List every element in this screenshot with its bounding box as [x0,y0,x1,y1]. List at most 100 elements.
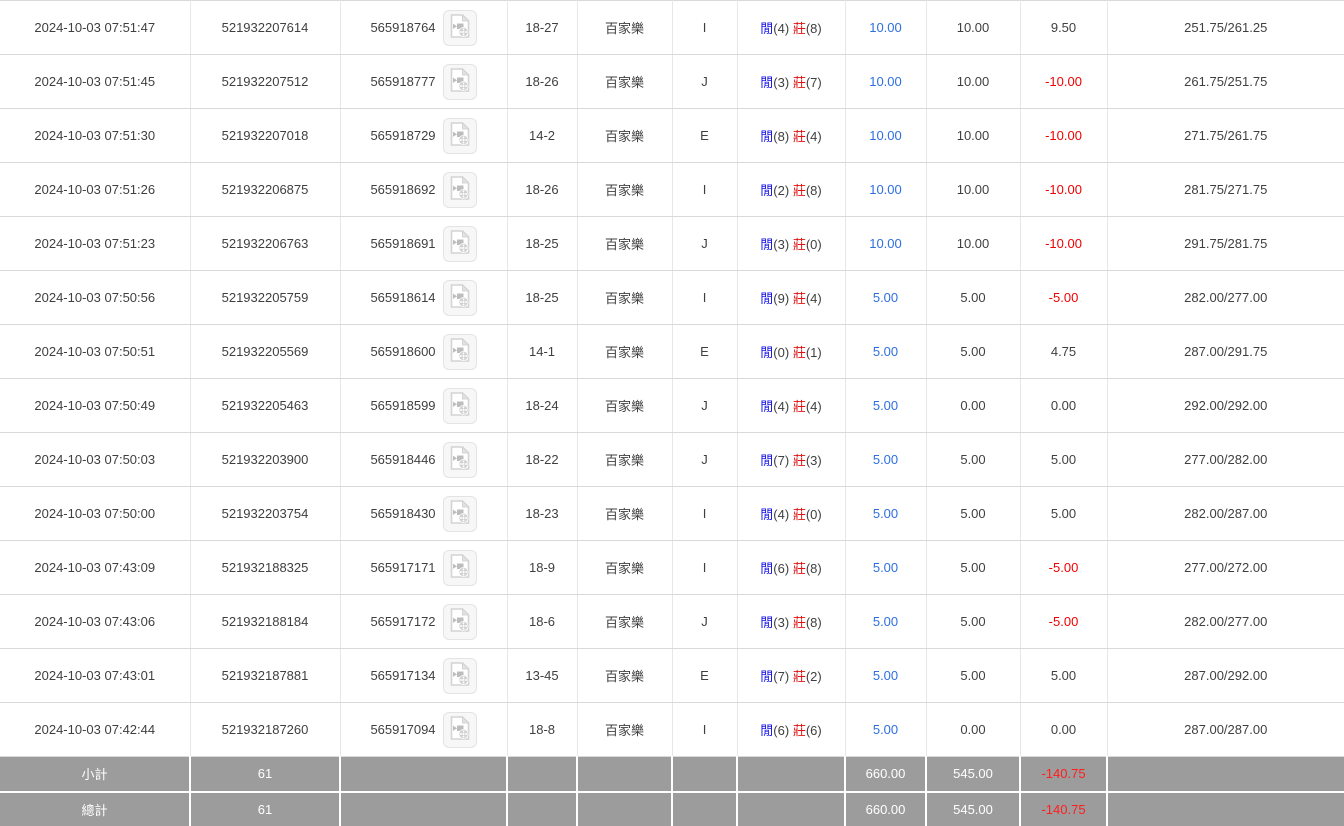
bet-amount-cell: 5.00 [845,432,927,487]
game-id-cell: 565917134 [340,648,508,703]
player-label: 閒 [760,237,774,252]
video-replay-button[interactable] [442,387,477,424]
banker-label: 莊 [792,561,806,576]
game-type-cell: 百家樂 [577,270,673,325]
winloss-cell: 9.50 [1020,0,1108,55]
subtotal-count-cell: 61 [190,756,341,793]
balance-cell: 261.75/251.75 [1107,54,1344,109]
seat-letter: J [701,452,708,467]
table-round-cell: 18-25 [507,216,578,271]
table-row: 2024-10-03 07:43:06 521932188184 5659171… [0,594,1344,649]
game-type: 百家樂 [604,129,644,144]
banker-score: (4) [805,129,822,144]
valid-bet: 10.00 [956,128,990,143]
bet-time-cell: 2024-10-03 07:51:30 [0,108,191,163]
seat-letter: J [701,74,708,89]
balance: 277.00/272.00 [1184,560,1268,575]
video-replay-button[interactable] [442,117,477,154]
banker-label: 莊 [792,345,806,360]
bet-id: 521932205569 [221,344,309,359]
winloss: 4.75 [1050,344,1077,359]
table-round: 18-25 [525,290,559,305]
balance-cell: 282.00/287.00 [1107,486,1344,541]
video-replay-button[interactable] [442,549,477,586]
table-row: 2024-10-03 07:42:44 521932187260 5659170… [0,702,1344,757]
banker-label: 莊 [792,615,806,630]
game-type-cell: 百家樂 [577,324,673,379]
game-id-cell: 565918729 [340,108,508,163]
result-cell: 閒(3) 莊(0) [737,216,846,271]
video-replay-button[interactable] [442,657,477,694]
banker-score: (0) [805,507,822,522]
result-cell: 閒(3) 莊(7) [737,54,846,109]
video-replay-button[interactable] [442,333,477,370]
game-id-cell: 565918614 [340,270,508,325]
valid-bet: 5.00 [960,506,986,521]
video-replay-icon [449,553,471,582]
balance-cell: 287.00/287.00 [1107,702,1344,757]
video-replay-button[interactable] [442,441,477,478]
balance: 287.00/291.75 [1184,344,1268,359]
player-score: (9) [773,291,790,306]
game-id-cell: 565917171 [340,540,508,595]
banker-label: 莊 [792,291,806,306]
video-replay-button[interactable] [442,9,477,46]
player-label: 閒 [760,345,774,360]
seat-letter: J [701,398,708,413]
valid-bet-cell: 10.00 [926,216,1021,271]
seat-letter: I [702,560,707,575]
bet-time: 2024-10-03 07:51:23 [34,236,156,251]
bet-id-cell: 521932203900 [190,432,341,487]
table-round: 18-26 [525,74,559,89]
video-replay-icon [449,715,471,744]
video-replay-button[interactable] [442,279,477,316]
bet-amount: 10.00 [869,128,902,143]
bet-amount-cell: 5.00 [845,702,927,757]
result-cell: 閒(3) 莊(8) [737,594,846,649]
player-label: 閒 [760,21,774,36]
video-replay-button[interactable] [442,63,477,100]
video-replay-button[interactable] [442,603,477,640]
bet-amount-cell: 5.00 [845,486,927,541]
winloss-cell: -5.00 [1020,270,1108,325]
valid-bet-cell: 5.00 [926,432,1021,487]
bet-id-cell: 521932206763 [190,216,341,271]
balance: 277.00/282.00 [1184,452,1268,467]
game-type-cell: 百家樂 [577,648,673,703]
game-type: 百家樂 [604,669,644,684]
seat-cell: J [672,378,738,433]
table-round-cell: 18-26 [507,162,578,217]
video-replay-button[interactable] [442,495,477,532]
bet-amount-cell: 5.00 [845,540,927,595]
valid-bet-cell: 0.00 [926,378,1021,433]
bet-id-cell: 521932206875 [190,162,341,217]
balance: 282.00/287.00 [1184,506,1268,521]
balance: 287.00/287.00 [1184,722,1268,737]
game-id-cell: 565917094 [340,702,508,757]
player-score: (3) [773,75,790,90]
valid-bet: 0.00 [960,722,986,737]
table-round: 18-22 [525,452,559,467]
video-replay-button[interactable] [442,225,477,262]
bet-time: 2024-10-03 07:50:56 [34,290,156,305]
game-type: 百家樂 [604,345,644,360]
winloss-cell: -10.00 [1020,162,1108,217]
bet-amount: 5.00 [872,506,899,521]
bet-time: 2024-10-03 07:50:51 [34,344,156,359]
seat-letter: J [701,614,708,629]
bet-time: 2024-10-03 07:50:00 [34,506,156,521]
bet-time-cell: 2024-10-03 07:51:26 [0,162,191,217]
table-round-cell: 18-9 [507,540,578,595]
valid-bet: 5.00 [960,344,986,359]
game-id: 565917171 [370,560,436,575]
bet-id: 521932187881 [221,668,309,683]
table-round-cell: 14-1 [507,324,578,379]
table-round: 18-25 [525,236,559,251]
video-replay-button[interactable] [442,171,477,208]
total-bet-cell: 660.00 [845,791,927,826]
result-cell: 閒(9) 莊(4) [737,270,846,325]
video-replay-button[interactable] [442,711,477,748]
bet-id-cell: 521932207018 [190,108,341,163]
balance: 287.00/292.00 [1184,668,1268,683]
banker-label: 莊 [792,237,806,252]
